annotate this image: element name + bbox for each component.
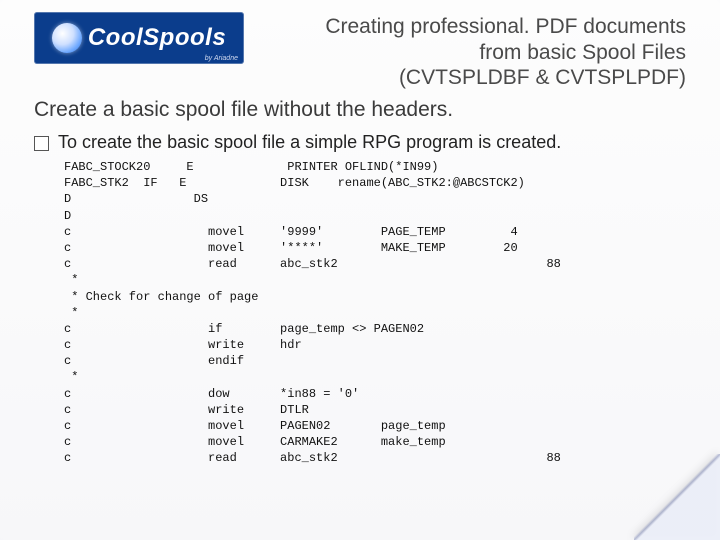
checkbox-icon <box>34 136 49 151</box>
logo-text: CoolSpools <box>88 24 226 52</box>
bullet-text: To create the basic spool file a simple … <box>58 132 561 153</box>
logo-word-cool: Cool <box>88 24 143 51</box>
title-line-2: from basic Spool Files <box>258 40 686 66</box>
title-line-1: Creating professional. PDF documents <box>258 14 686 40</box>
header-row: CoolSpools by Ariadne Creating professio… <box>34 12 686 91</box>
page-curl-icon <box>634 454 720 540</box>
brand-logo: CoolSpools by Ariadne <box>34 12 244 64</box>
logo-byline: by Ariadne <box>205 55 238 62</box>
slide: CoolSpools by Ariadne Creating professio… <box>0 0 720 540</box>
title-line-3: (CVTSPLDBF & CVTSPLPDF) <box>258 65 686 91</box>
bullet-item: To create the basic spool file a simple … <box>34 132 686 153</box>
slide-title: Creating professional. PDF documents fro… <box>258 12 686 91</box>
code-block: FABC_STOCK20 E PRINTER OFLIND(*IN99) FAB… <box>64 159 686 467</box>
logo-word-spools: Spools <box>143 24 226 51</box>
slide-subtitle: Create a basic spool file without the he… <box>34 97 686 122</box>
logo-sphere-icon <box>52 23 82 53</box>
